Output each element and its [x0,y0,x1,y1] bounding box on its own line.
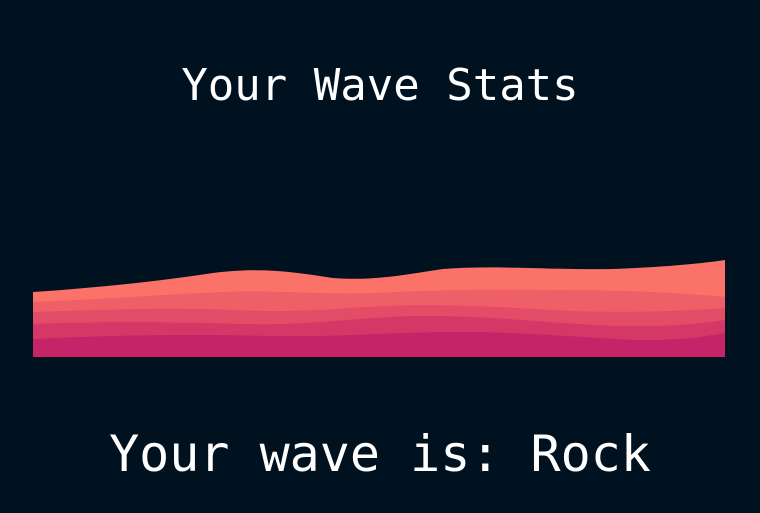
page-title: Your Wave Stats [181,60,579,111]
wave-graphic [33,260,725,357]
wave-result-text: Your wave is: Rock [109,425,651,483]
wave-stats-page: Your Wave Stats Your wave is: Rock [0,0,760,513]
wave-visualization [33,255,725,357]
